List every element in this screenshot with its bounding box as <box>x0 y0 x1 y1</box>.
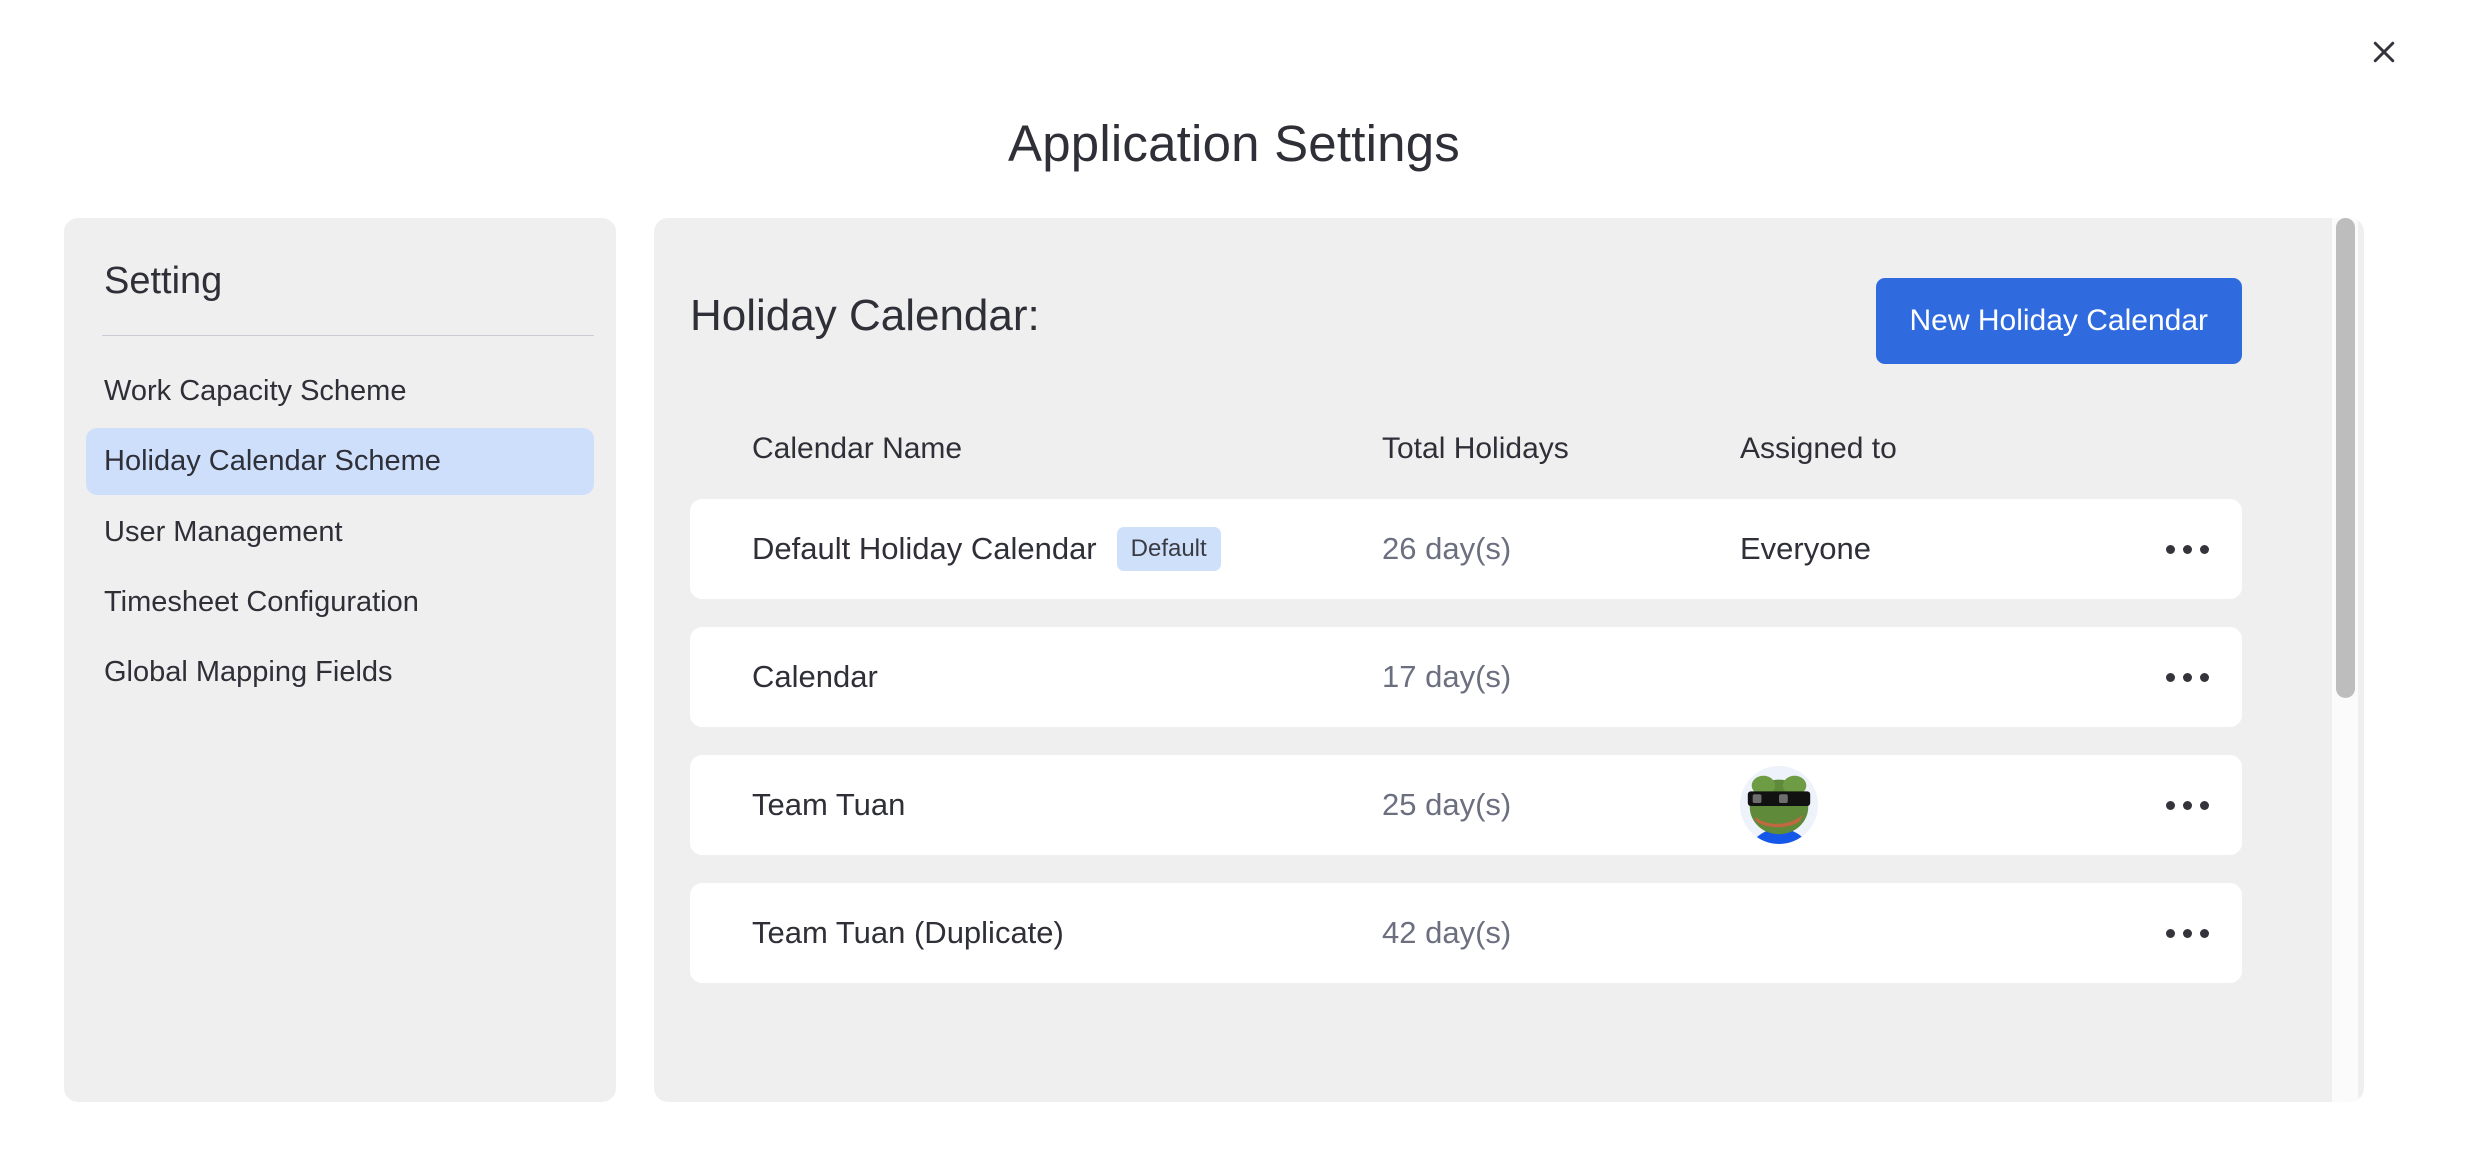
close-button[interactable] <box>2358 26 2410 78</box>
new-holiday-calendar-button[interactable]: New Holiday Calendar <box>1876 278 2242 364</box>
total-holidays-cell: 26 day(s) <box>1382 531 1740 567</box>
sidebar-item-work-capacity-scheme[interactable]: Work Capacity Scheme <box>86 358 594 424</box>
assigned-to-text: Everyone <box>1740 531 1871 567</box>
table-row[interactable]: Calendar 17 day(s) <box>690 627 2242 727</box>
assigned-to-cell: Everyone <box>1740 531 2132 567</box>
holiday-calendar-panel: Holiday Calendar: New Holiday Calendar C… <box>654 218 2364 1102</box>
column-header-total-holidays: Total Holidays <box>1382 432 1740 466</box>
panel-header: Holiday Calendar: New Holiday Calendar <box>654 218 2364 364</box>
kebab-menu-icon[interactable] <box>2132 673 2242 682</box>
calendar-name-cell: Team Tuan <box>752 787 1382 823</box>
column-header-calendar-name: Calendar Name <box>752 432 1382 466</box>
row-actions-cell <box>2132 545 2242 554</box>
table-row[interactable]: Team Tuan 25 day(s) <box>690 755 2242 855</box>
close-icon <box>2369 37 2399 67</box>
page-title: Application Settings <box>0 114 2468 173</box>
sidebar-list: Work Capacity Scheme Holiday Calendar Sc… <box>86 358 594 705</box>
total-holidays-cell: 17 day(s) <box>1382 659 1740 695</box>
kebab-menu-icon[interactable] <box>2132 801 2242 810</box>
sidebar-divider <box>102 335 594 336</box>
sidebar-item-holiday-calendar-scheme[interactable]: Holiday Calendar Scheme <box>86 428 594 494</box>
avatar[interactable] <box>1740 766 1818 844</box>
status-dot-cell <box>690 924 752 942</box>
sidebar-title: Setting <box>86 254 594 303</box>
status-dot-cell <box>690 796 752 814</box>
calendar-name-cell: Team Tuan (Duplicate) <box>752 915 1382 951</box>
table-rows: Default Holiday Calendar Default 26 day(… <box>690 499 2242 983</box>
table-row[interactable]: Default Holiday Calendar Default 26 day(… <box>690 499 2242 599</box>
sidebar-item-timesheet-configuration[interactable]: Timesheet Configuration <box>86 569 594 635</box>
row-actions-cell <box>2132 929 2242 938</box>
calendar-name-text: Calendar <box>752 659 878 695</box>
total-holidays-cell: 25 day(s) <box>1382 787 1740 823</box>
calendar-name-cell: Default Holiday Calendar Default <box>752 527 1382 571</box>
kebab-menu-icon[interactable] <box>2132 545 2242 554</box>
assigned-to-cell <box>1740 766 2132 844</box>
column-header-assigned-to: Assigned to <box>1740 432 2132 466</box>
kebab-menu-icon[interactable] <box>2132 929 2242 938</box>
settings-body: Setting Work Capacity Scheme Holiday Cal… <box>64 218 2364 1102</box>
application-settings-modal: Application Settings Setting Work Capaci… <box>0 0 2468 1166</box>
calendar-name-text: Default Holiday Calendar <box>752 531 1097 567</box>
status-dot-cell <box>690 540 752 558</box>
panel-scrollbar[interactable] <box>2332 218 2358 1102</box>
calendar-name-text: Team Tuan <box>752 787 905 823</box>
row-actions-cell <box>2132 801 2242 810</box>
sidebar-item-global-mapping-fields[interactable]: Global Mapping Fields <box>86 639 594 705</box>
default-badge: Default <box>1117 527 1221 571</box>
scrollbar-thumb[interactable] <box>2336 218 2355 698</box>
panel-title: Holiday Calendar: <box>690 278 1040 340</box>
calendar-name-cell: Calendar <box>752 659 1382 695</box>
status-dot-cell <box>690 668 752 686</box>
table-row[interactable]: Team Tuan (Duplicate) 42 day(s) <box>690 883 2242 983</box>
row-actions-cell <box>2132 673 2242 682</box>
total-holidays-cell: 42 day(s) <box>1382 915 1740 951</box>
holiday-calendar-table: Calendar Name Total Holidays Assigned to… <box>654 364 2364 983</box>
settings-sidebar: Setting Work Capacity Scheme Holiday Cal… <box>64 218 616 1102</box>
table-header-row: Calendar Name Total Holidays Assigned to <box>690 364 2242 466</box>
sidebar-item-user-management[interactable]: User Management <box>86 499 594 565</box>
calendar-name-text: Team Tuan (Duplicate) <box>752 915 1064 951</box>
